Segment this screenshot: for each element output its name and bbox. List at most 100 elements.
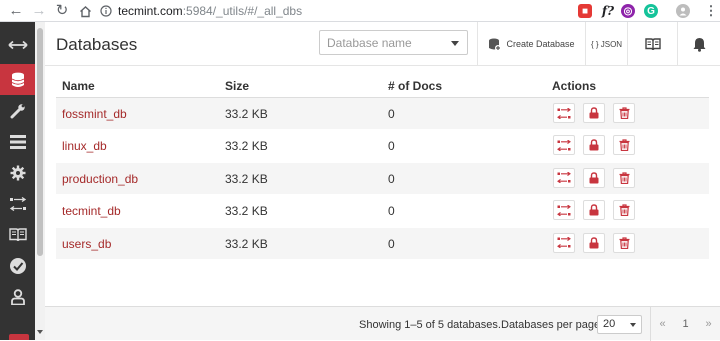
database-name-link[interactable]: linux_db bbox=[62, 139, 107, 153]
next-page-button[interactable]: » bbox=[697, 307, 720, 341]
json-view-button[interactable]: { } JSON bbox=[585, 22, 627, 66]
home-icon[interactable] bbox=[77, 3, 93, 19]
flipboard-extension-icon[interactable]: ■ bbox=[578, 4, 592, 18]
column-header-name[interactable]: Name bbox=[62, 79, 95, 93]
replicate-icon bbox=[557, 172, 571, 184]
user-icon bbox=[10, 288, 25, 305]
bell-icon bbox=[693, 37, 706, 52]
column-header-size[interactable]: Size bbox=[225, 79, 249, 93]
create-database-label: Create Database bbox=[506, 39, 575, 49]
verify-check-icon bbox=[9, 257, 27, 275]
database-icon bbox=[11, 72, 25, 88]
pagination: « 1 » bbox=[650, 307, 720, 341]
replicate-icon bbox=[557, 237, 571, 249]
docs-book-icon bbox=[8, 227, 27, 242]
sidebar bbox=[0, 22, 35, 340]
database-doc-count: 0 bbox=[388, 236, 395, 251]
delete-button[interactable] bbox=[613, 200, 635, 221]
row-actions bbox=[553, 167, 643, 188]
row-actions bbox=[553, 103, 643, 123]
sidebar-item-user[interactable] bbox=[0, 281, 35, 312]
per-page-value: 20 bbox=[603, 318, 616, 330]
table-header-row: Name Size # of Docs Actions bbox=[56, 74, 709, 98]
database-doc-count: 0 bbox=[388, 139, 395, 154]
replicate-button[interactable] bbox=[553, 135, 575, 156]
page-header: Databases Database name Create Database … bbox=[45, 22, 720, 66]
server-icon bbox=[9, 134, 26, 149]
trash-icon bbox=[619, 107, 630, 119]
table-row: fossmint_db 33.2 KB 0 bbox=[56, 98, 709, 131]
permissions-button[interactable] bbox=[583, 135, 605, 156]
permissions-button[interactable] bbox=[583, 103, 605, 123]
per-page-select[interactable]: 20 bbox=[597, 315, 642, 334]
delete-button[interactable] bbox=[613, 232, 635, 253]
sidebar-collapse-toggle[interactable] bbox=[0, 29, 35, 60]
sidebar-item-active-tasks[interactable] bbox=[0, 126, 35, 157]
database-name-select[interactable]: Database name bbox=[319, 30, 468, 55]
column-header-docs[interactable]: # of Docs bbox=[388, 79, 442, 93]
per-page-label: Databases per page bbox=[501, 319, 601, 331]
page-title: Databases bbox=[56, 35, 138, 54]
table-row: tecmint_db 33.2 KB 0 bbox=[56, 195, 709, 228]
replication-icon bbox=[9, 196, 27, 211]
profile-avatar-icon[interactable] bbox=[676, 4, 690, 18]
database-name-link[interactable]: users_db bbox=[62, 237, 111, 251]
column-header-actions: Actions bbox=[552, 79, 597, 93]
fusion-extension-icon[interactable]: f? bbox=[601, 4, 615, 18]
back-arrow-icon[interactable]: ← bbox=[8, 3, 24, 19]
permissions-button[interactable] bbox=[583, 167, 605, 188]
replicate-icon bbox=[557, 204, 571, 216]
lock-icon bbox=[589, 107, 599, 119]
pagination-summary: Showing 1–5 of 5 databases. bbox=[359, 319, 501, 331]
database-doc-count: 0 bbox=[388, 107, 395, 121]
grammarly-extension-icon[interactable]: G bbox=[644, 4, 658, 18]
notifications-button[interactable] bbox=[677, 22, 720, 66]
database-name-link[interactable]: production_db bbox=[62, 172, 138, 186]
color-picker-extension-icon[interactable]: ◎ bbox=[621, 4, 635, 18]
browser-toolbar: ← → ↻ tecmint.com:5984/_utils/#/_all_dbs… bbox=[0, 0, 720, 22]
delete-button[interactable] bbox=[613, 167, 635, 188]
create-database-button[interactable]: Create Database bbox=[477, 22, 585, 66]
collapse-arrows-icon bbox=[7, 40, 28, 50]
sidebar-bottom-badge bbox=[9, 334, 29, 340]
prev-page-button[interactable]: « bbox=[651, 307, 674, 341]
sidebar-item-replication[interactable] bbox=[0, 188, 35, 219]
page-number-button[interactable]: 1 bbox=[674, 307, 697, 341]
replicate-icon bbox=[557, 107, 571, 119]
sidebar-item-databases[interactable] bbox=[0, 64, 35, 95]
reload-icon[interactable]: ↻ bbox=[54, 3, 70, 19]
table-row: linux_db 33.2 KB 0 bbox=[56, 130, 709, 163]
sidebar-item-config[interactable] bbox=[0, 157, 35, 188]
forward-arrow-icon[interactable]: → bbox=[31, 3, 47, 19]
delete-button[interactable] bbox=[613, 135, 635, 156]
sidebar-item-setup[interactable] bbox=[0, 95, 35, 126]
database-name-link[interactable]: fossmint_db bbox=[62, 107, 127, 121]
sidebar-item-documentation[interactable] bbox=[0, 219, 35, 250]
database-name-link[interactable]: tecmint_db bbox=[62, 204, 121, 218]
lock-icon bbox=[589, 204, 599, 216]
sidebar-item-verify[interactable] bbox=[0, 250, 35, 281]
table-footer: Showing 1–5 of 5 databases. Databases pe… bbox=[45, 306, 720, 341]
table-row: production_db 33.2 KB 0 bbox=[56, 162, 709, 196]
documentation-button[interactable] bbox=[627, 22, 677, 66]
replicate-button[interactable] bbox=[553, 167, 575, 188]
replicate-button[interactable] bbox=[553, 232, 575, 253]
address-bar[interactable]: tecmint.com:5984/_utils/#/_all_dbs bbox=[100, 2, 570, 20]
scroll-down-arrow-icon[interactable] bbox=[37, 330, 43, 334]
permissions-button[interactable] bbox=[583, 200, 605, 221]
chevron-down-icon bbox=[630, 323, 636, 327]
delete-button[interactable] bbox=[613, 103, 635, 123]
database-size: 33.2 KB bbox=[225, 171, 268, 186]
replicate-button[interactable] bbox=[553, 103, 575, 123]
lock-icon bbox=[589, 139, 599, 151]
browser-menu-icon[interactable]: ⋮ bbox=[704, 3, 718, 18]
sidebar-scrollbar-thumb[interactable] bbox=[37, 28, 43, 256]
trash-icon bbox=[619, 236, 630, 249]
trash-icon bbox=[619, 172, 630, 184]
database-size: 33.2 KB bbox=[225, 204, 268, 219]
site-info-icon[interactable] bbox=[100, 5, 112, 17]
database-add-icon bbox=[488, 38, 502, 51]
replicate-button[interactable] bbox=[553, 200, 575, 221]
permissions-button[interactable] bbox=[583, 232, 605, 253]
book-icon bbox=[644, 37, 661, 51]
